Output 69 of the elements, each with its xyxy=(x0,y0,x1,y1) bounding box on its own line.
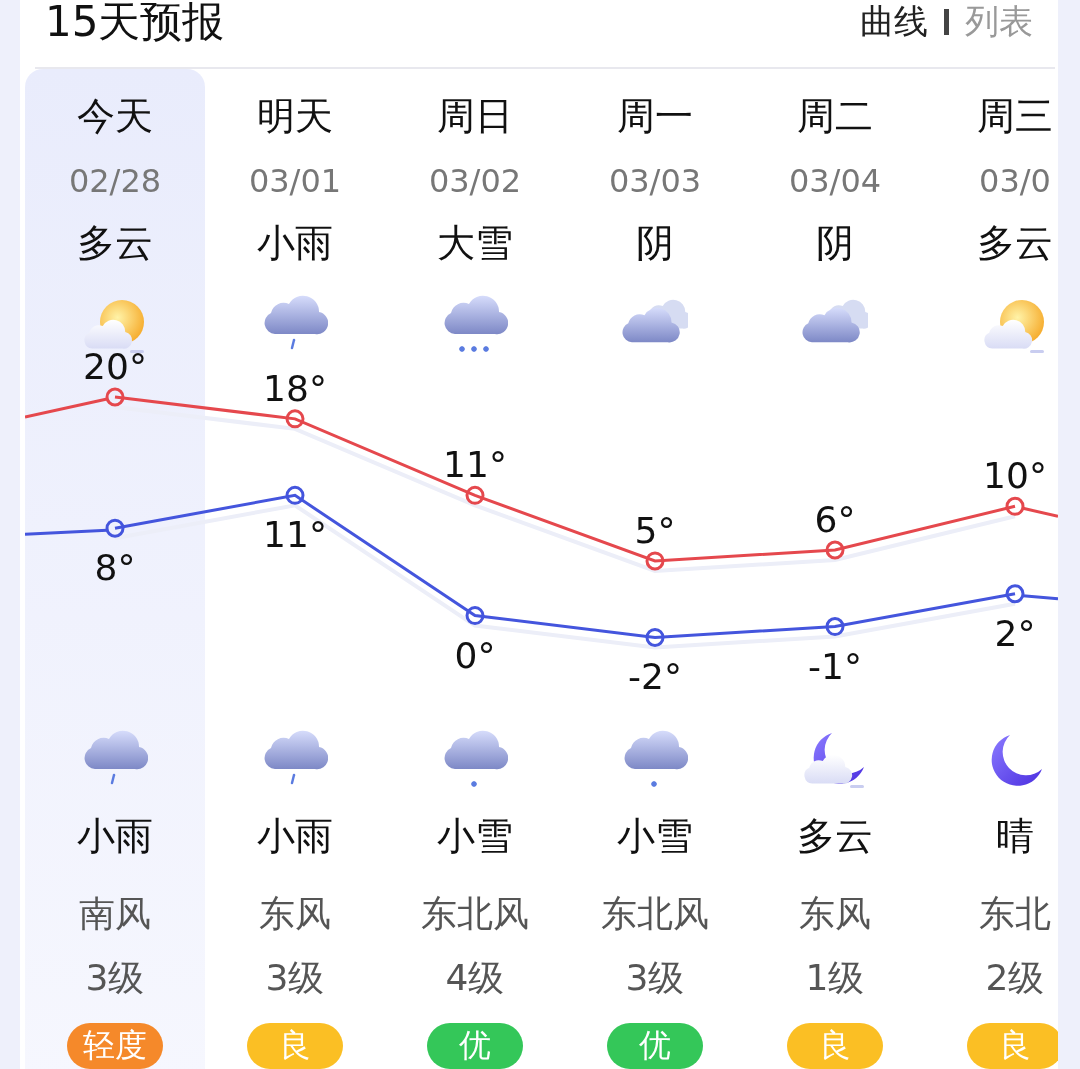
temperature-label: 11° xyxy=(263,514,327,556)
date-label: 03/04 xyxy=(788,161,882,201)
day-label: 明天 xyxy=(257,93,333,140)
weather-label: 大雪 xyxy=(437,220,513,267)
temperature-label: 5° xyxy=(634,509,676,551)
temperature-label: -1° xyxy=(808,645,862,687)
wind-direction: 东风 xyxy=(259,892,331,936)
weather-label: 多云 xyxy=(977,220,1053,267)
wind-direction: 南风 xyxy=(79,892,151,936)
wind-direction: 东北风 xyxy=(601,892,709,936)
wind-level: 4级 xyxy=(445,956,505,1000)
data-point xyxy=(645,627,665,647)
data-point xyxy=(825,540,845,560)
air-quality-badge: 良 xyxy=(247,1023,343,1069)
data-point xyxy=(105,518,125,538)
data-point xyxy=(1005,584,1025,604)
air-quality-badge: 优 xyxy=(427,1023,523,1069)
weather-label: 小雨 xyxy=(77,813,153,860)
separator-bar xyxy=(944,9,949,35)
wind-level: 3级 xyxy=(265,956,325,1000)
day-label: 周三 xyxy=(977,93,1053,140)
date-label: 03/01 xyxy=(248,161,342,201)
temperature-label: 18° xyxy=(263,367,327,409)
weather-label: 小雪 xyxy=(617,813,693,860)
weather-label: 多云 xyxy=(797,813,873,860)
temperature-label: 11° xyxy=(443,444,507,486)
day-label: 今天 xyxy=(77,93,153,140)
day-label: 周一 xyxy=(617,93,693,140)
temperature-label: -2° xyxy=(628,656,682,698)
data-point xyxy=(105,387,125,407)
temperature-label: 8° xyxy=(94,547,136,589)
date-label: 03/02 xyxy=(428,161,522,201)
wind-direction: 东北 xyxy=(979,892,1051,936)
weather-label: 小雪 xyxy=(437,813,513,860)
data-point xyxy=(465,606,485,626)
weather-label: 阴 xyxy=(636,220,674,267)
air-quality-badge: 轻度 xyxy=(67,1023,163,1069)
wind-direction: 东风 xyxy=(799,892,871,936)
date-label: 02/28 xyxy=(68,161,162,201)
weather-label: 阴 xyxy=(816,220,854,267)
data-point xyxy=(465,485,485,505)
wind-direction: 东北风 xyxy=(421,892,529,936)
weather-label: 小雨 xyxy=(257,220,333,267)
data-point xyxy=(645,551,665,571)
air-quality-badge: 良 xyxy=(967,1023,1058,1069)
data-point xyxy=(1005,496,1025,516)
data-point xyxy=(285,485,305,505)
temperature-label: 2° xyxy=(994,612,1036,654)
wind-level: 1级 xyxy=(805,956,865,1000)
date-label: 03/03 xyxy=(608,161,702,201)
air-quality-badge: 优 xyxy=(607,1023,703,1069)
wind-level: 3级 xyxy=(625,956,685,1000)
temperature-label: 6° xyxy=(814,499,856,540)
temperature-label: 20° xyxy=(83,346,147,387)
section-title: 15天预报 xyxy=(45,0,225,48)
data-point xyxy=(825,617,845,637)
date-label: 03/0 xyxy=(979,161,1051,201)
weather-label: 晴 xyxy=(996,813,1034,860)
day-label: 周二 xyxy=(797,93,873,140)
wind-level: 2级 xyxy=(985,956,1045,1000)
temperature-label: 10° xyxy=(983,455,1047,497)
data-point xyxy=(285,409,305,429)
day-label: 周日 xyxy=(437,93,513,140)
weather-label: 多云 xyxy=(77,220,153,267)
temperature-label: 0° xyxy=(454,634,496,676)
air-quality-badge: 良 xyxy=(787,1023,883,1069)
weather-label: 小雨 xyxy=(257,813,333,860)
wind-level: 3级 xyxy=(85,956,145,1000)
view-tab[interactable]: 曲线 xyxy=(860,0,928,45)
